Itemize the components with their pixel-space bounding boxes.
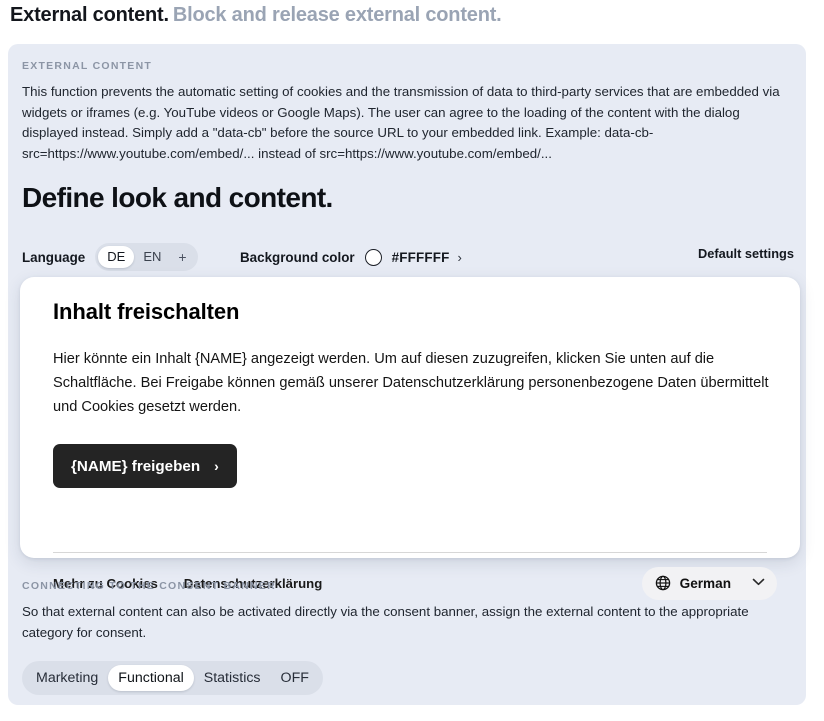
external-content-eyebrow: EXTERNAL CONTENT xyxy=(22,60,153,72)
external-content-description: This function prevents the automatic set… xyxy=(22,84,780,161)
appearance-controls-row: Language DE EN + Background color #FFFFF… xyxy=(22,242,794,272)
background-color-label: Background color xyxy=(240,249,355,265)
consent-banner-description: So that external content can also be act… xyxy=(22,604,749,640)
language-control: Language DE EN + xyxy=(22,242,198,272)
card-title: Inhalt freischalten xyxy=(53,299,240,324)
card-body: Inhalt freischalten Hier könnte ein Inha… xyxy=(53,299,769,488)
category-option-off[interactable]: OFF xyxy=(271,665,319,691)
external-content-panel: EXTERNAL CONTENT This function prevents … xyxy=(8,44,806,705)
consent-category-segmented-control[interactable]: Marketing Functional Statistics OFF xyxy=(22,661,323,695)
background-color-control: Background color #FFFFFF › xyxy=(240,242,462,272)
consent-banner-info-block: CONNECTING TO THE CONSENT BANNER So that… xyxy=(22,580,794,643)
page-title-lead: External content. xyxy=(10,4,169,26)
background-color-value: #FFFFFF xyxy=(391,249,450,265)
card-divider xyxy=(53,552,767,553)
category-option-functional[interactable]: Functional xyxy=(108,665,194,691)
consent-banner-eyebrow: CONNECTING TO THE CONSENT BANNER xyxy=(22,580,276,592)
card-description: Hier könnte ein Inhalt {NAME} angezeigt … xyxy=(53,351,769,415)
category-option-statistics[interactable]: Statistics xyxy=(194,665,271,691)
external-content-info-block: EXTERNAL CONTENT This function prevents … xyxy=(22,60,794,164)
release-content-button-label: {NAME} freigeben xyxy=(71,457,201,475)
language-option-en[interactable]: EN xyxy=(134,246,170,268)
chevron-right-icon: › xyxy=(214,458,219,474)
page-title: External content. Block and release exter… xyxy=(10,4,502,27)
language-label: Language xyxy=(22,249,86,265)
color-swatch-icon[interactable] xyxy=(364,248,382,266)
release-content-button[interactable]: {NAME} freigeben › xyxy=(53,444,237,488)
category-option-marketing[interactable]: Marketing xyxy=(26,665,108,691)
language-option-de[interactable]: DE xyxy=(98,246,135,268)
add-language-button[interactable]: + xyxy=(170,246,194,268)
content-preview-card: Inhalt freischalten Hier könnte ein Inha… xyxy=(20,277,800,600)
chevron-right-icon[interactable]: › xyxy=(458,250,462,265)
page-title-subtitle: Block and release external content. xyxy=(172,4,502,26)
language-segmented-control[interactable]: DE EN + xyxy=(95,243,198,271)
section-title: Define look and content. xyxy=(22,182,333,213)
default-settings-button[interactable]: Default settings xyxy=(698,246,794,261)
